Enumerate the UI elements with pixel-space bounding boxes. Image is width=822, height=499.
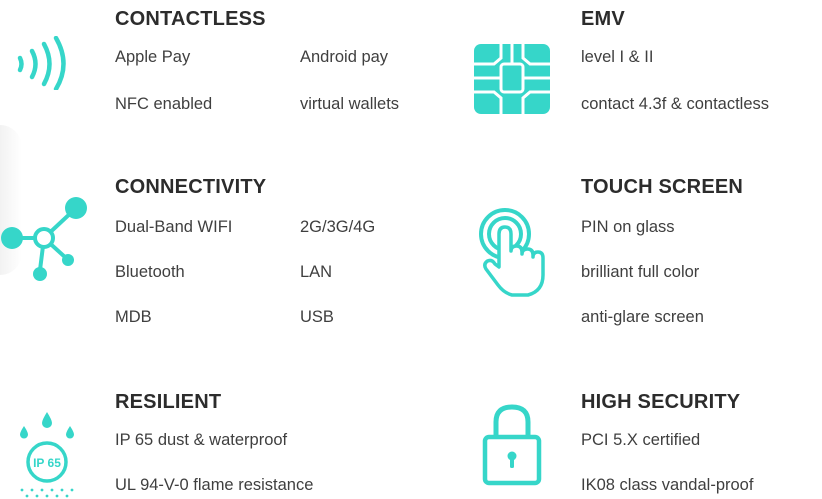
connectivity-item-cellular: 2G/3G/4G xyxy=(300,218,376,236)
high-security-item-ik08: IK08 class vandal-proof xyxy=(581,476,754,494)
ip65-water-drops-icon: IP 65 xyxy=(16,410,78,499)
contactless-item-wallets: virtual wallets xyxy=(300,95,400,113)
chip-card-icon xyxy=(474,44,550,114)
ip65-icon-label: IP 65 xyxy=(33,456,61,470)
resilient-item-ul94: UL 94-V-0 flame resistance xyxy=(115,476,314,494)
emv-item-contact: contact 4.3f & contactless xyxy=(581,95,770,113)
emv-title: EMV xyxy=(581,8,625,30)
nfc-waves-icon xyxy=(8,36,78,90)
touch-hand-icon xyxy=(478,207,550,299)
touch-screen-item-pin: PIN on glass xyxy=(581,218,675,236)
contactless-item-android-pay: Android pay xyxy=(300,48,389,66)
resilient-item-ip65: IP 65 dust & waterproof xyxy=(115,431,288,449)
connectivity-title: CONNECTIVITY xyxy=(115,176,267,198)
connectivity-item-usb: USB xyxy=(300,308,334,326)
connectivity-item-mdb: MDB xyxy=(115,308,152,326)
high-security-item-pci: PCI 5.X certified xyxy=(581,431,701,449)
touch-screen-title: TOUCH SCREEN xyxy=(581,176,744,198)
padlock-icon xyxy=(482,402,542,488)
connectivity-item-wifi: Dual-Band WIFI xyxy=(115,218,233,236)
resilient-title: RESILIENT xyxy=(115,391,222,413)
high-security-title: HIGH SECURITY xyxy=(581,391,741,413)
contactless-title: CONTACTLESS xyxy=(115,8,266,30)
network-nodes-icon xyxy=(0,196,90,282)
connectivity-item-lan: LAN xyxy=(300,263,333,281)
touch-screen-item-antiglare: anti-glare screen xyxy=(581,308,704,326)
contactless-item-apple-pay: Apple Pay xyxy=(115,48,191,66)
connectivity-item-bluetooth: Bluetooth xyxy=(115,263,185,281)
touch-screen-item-color: brilliant full color xyxy=(581,263,700,281)
emv-item-level: level I & II xyxy=(581,48,654,66)
contactless-item-nfc: NFC enabled xyxy=(115,95,213,113)
